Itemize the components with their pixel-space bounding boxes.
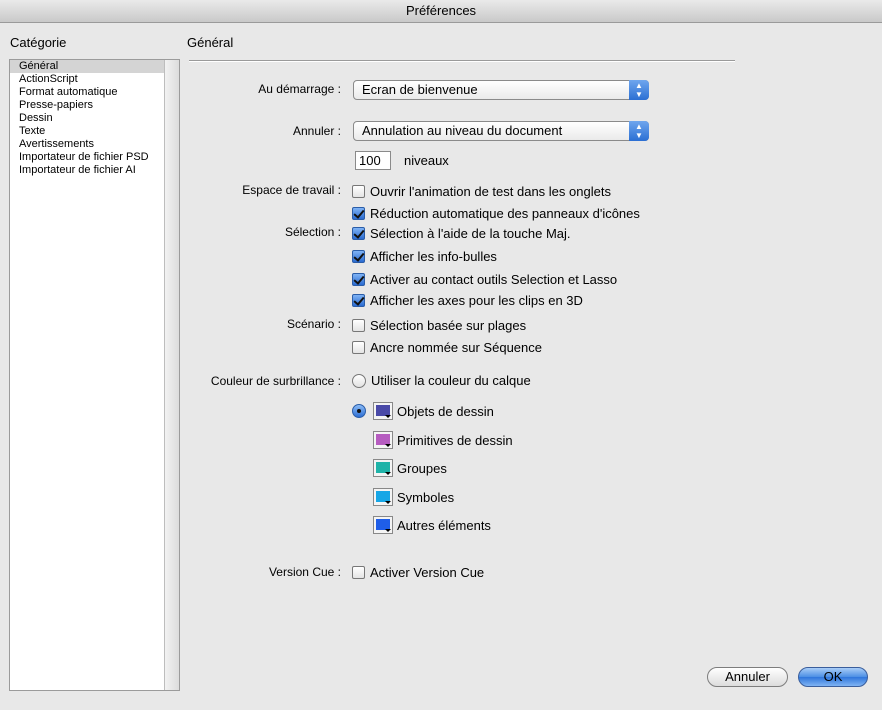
version-cue-label: Version Cue : bbox=[268, 565, 341, 579]
undo-levels-input[interactable]: 100 bbox=[355, 151, 391, 170]
startup-label: Au démarrage : bbox=[258, 82, 341, 96]
swatch-label: Autres éléments bbox=[397, 518, 491, 533]
radio-button[interactable] bbox=[352, 404, 366, 418]
section-divider bbox=[189, 60, 735, 62]
swatch-symbols[interactable] bbox=[373, 488, 393, 506]
checkbox[interactable] bbox=[352, 273, 365, 286]
workspace-option-tabs[interactable]: Ouvrir l'animation de test dans les ongl… bbox=[352, 184, 611, 199]
option-label: Sélection basée sur plages bbox=[370, 318, 527, 333]
option-label: Afficher les info-bulles bbox=[370, 249, 497, 264]
category-item-general[interactable]: Général bbox=[10, 60, 164, 73]
highlight-custom-radio[interactable] bbox=[352, 404, 371, 418]
swatch-drawing-primitives[interactable] bbox=[373, 431, 393, 449]
timeline-label: Scénario : bbox=[286, 317, 341, 331]
undo-label: Annuler : bbox=[292, 124, 341, 138]
option-label: Réduction automatique des panneaux d'icô… bbox=[370, 206, 640, 221]
popup-arrows-icon: ▲ ▼ bbox=[629, 80, 649, 100]
checkbox[interactable] bbox=[352, 207, 365, 220]
checkbox[interactable] bbox=[352, 250, 365, 263]
category-title: Catégorie bbox=[10, 35, 67, 50]
startup-select[interactable]: Ecran de bienvenue ▲ ▼ bbox=[353, 80, 649, 100]
popup-arrows-icon: ▲ ▼ bbox=[629, 121, 649, 141]
undo-select-value: Annulation au niveau du document bbox=[362, 123, 563, 138]
section-title: Général bbox=[187, 35, 234, 50]
swatch-groups[interactable] bbox=[373, 459, 393, 477]
dropdown-triangle-icon bbox=[385, 501, 391, 504]
selection-option-shift[interactable]: Sélection à l'aide de la touche Maj. bbox=[352, 226, 571, 241]
timeline-option-span[interactable]: Sélection basée sur plages bbox=[352, 318, 526, 333]
checkbox[interactable] bbox=[352, 319, 365, 332]
checkbox[interactable] bbox=[352, 185, 365, 198]
timeline-option-anchor[interactable]: Ancre nommée sur Séquence bbox=[352, 340, 542, 355]
option-label: Activer Version Cue bbox=[370, 565, 485, 580]
radio-button[interactable] bbox=[352, 373, 366, 388]
undo-levels-unit: niveaux bbox=[404, 153, 449, 168]
option-label: Sélection à l'aide de la touche Maj. bbox=[370, 226, 571, 241]
selection-label: Sélection : bbox=[284, 225, 341, 239]
selection-option-contact[interactable]: Activer au contact outils Selection et L… bbox=[352, 272, 617, 287]
window-titlebar: Préférences bbox=[0, 0, 882, 23]
swatch-drawing-objects[interactable] bbox=[373, 402, 393, 420]
dropdown-triangle-icon bbox=[385, 472, 391, 475]
cancel-button[interactable]: Annuler bbox=[707, 667, 788, 687]
workspace-option-autocollapse[interactable]: Réduction automatique des panneaux d'icô… bbox=[352, 206, 640, 221]
swatch-label: Groupes bbox=[397, 461, 447, 476]
startup-select-value: Ecran de bienvenue bbox=[362, 82, 478, 97]
swatch-label: Symboles bbox=[397, 490, 455, 505]
option-label: Afficher les axes pour les clips en 3D bbox=[370, 293, 583, 308]
undo-select[interactable]: Annulation au niveau du document ▲ ▼ bbox=[353, 121, 649, 141]
dropdown-triangle-icon bbox=[385, 444, 391, 447]
selection-option-tooltips[interactable]: Afficher les info-bulles bbox=[352, 249, 497, 264]
swatch-other-elements[interactable] bbox=[373, 516, 393, 534]
option-label: Ouvrir l'animation de test dans les ongl… bbox=[370, 184, 611, 199]
category-item-ai-importer[interactable]: Importateur de fichier AI bbox=[10, 164, 179, 177]
option-label: Utiliser la couleur du calque bbox=[371, 373, 531, 388]
swatch-label: Objets de dessin bbox=[397, 404, 494, 419]
selection-option-3d-axes[interactable]: Afficher les axes pour les clips en 3D bbox=[352, 293, 583, 308]
category-item-clipboard[interactable]: Presse-papiers bbox=[10, 99, 179, 112]
checkbox[interactable] bbox=[352, 294, 365, 307]
checkbox[interactable] bbox=[352, 227, 365, 240]
ok-button[interactable]: OK bbox=[798, 667, 868, 687]
checkbox[interactable] bbox=[352, 341, 365, 354]
dropdown-triangle-icon bbox=[385, 415, 391, 418]
category-item-warnings[interactable]: Avertissements bbox=[10, 138, 179, 151]
checkbox[interactable] bbox=[352, 566, 365, 579]
workspace-label: Espace de travail : bbox=[242, 183, 341, 197]
category-item-psd-importer[interactable]: Importateur de fichier PSD bbox=[10, 151, 179, 164]
swatch-label: Primitives de dessin bbox=[397, 433, 513, 448]
option-label: Activer au contact outils Selection et L… bbox=[370, 272, 618, 287]
highlight-use-layer-color[interactable]: Utiliser la couleur du calque bbox=[352, 373, 531, 388]
option-label: Ancre nommée sur Séquence bbox=[370, 340, 542, 355]
window-title: Préférences bbox=[405, 3, 477, 18]
version-cue-option[interactable]: Activer Version Cue bbox=[352, 565, 484, 580]
dropdown-triangle-icon bbox=[385, 529, 391, 532]
highlight-label: Couleur de surbrillance : bbox=[210, 374, 341, 388]
